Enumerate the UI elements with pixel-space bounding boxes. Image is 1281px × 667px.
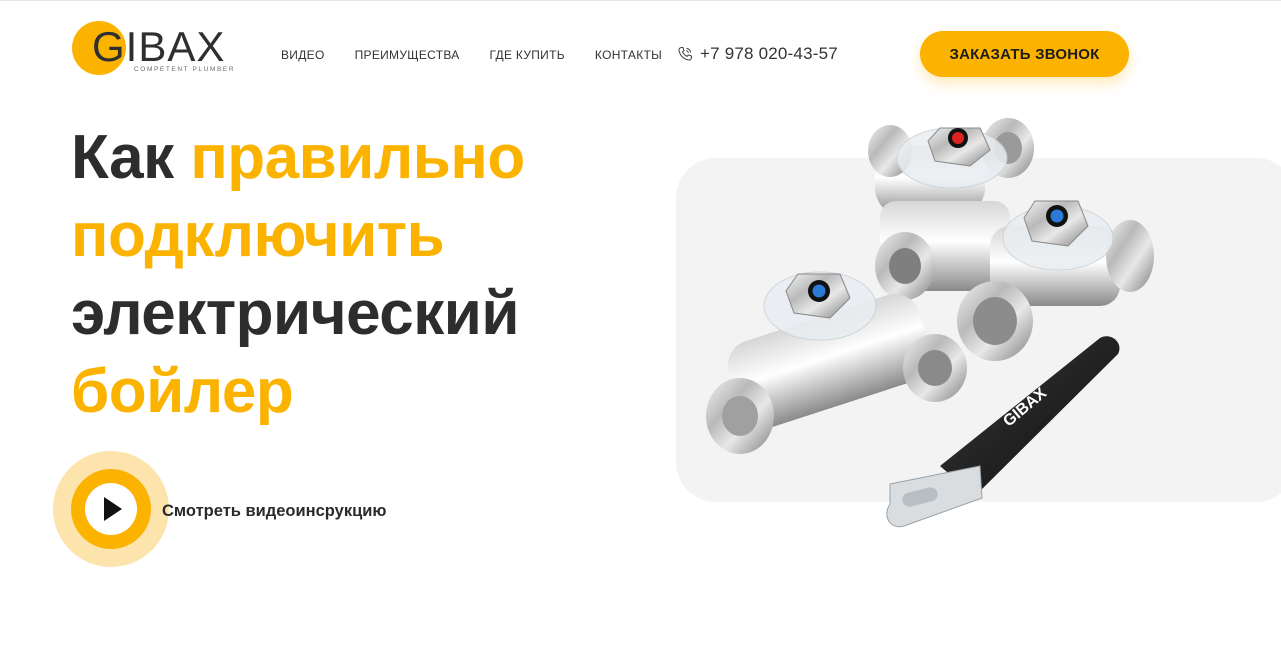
hero-title-line-3: электрический xyxy=(71,279,520,348)
order-call-button[interactable]: ЗАКАЗАТЬ ЗВОНОК xyxy=(920,31,1129,77)
phone-icon xyxy=(678,46,693,61)
play-video-button[interactable] xyxy=(53,451,169,567)
hero-title-line-2: подключить xyxy=(71,201,445,270)
page: GIBAX COMPETENT PLUMBER ВИДЕО ПРЕИМУЩЕСТ… xyxy=(0,0,1281,667)
play-button-ring xyxy=(71,469,151,549)
valves-product-image: GIBAX xyxy=(706,118,1154,528)
nav-item-advantages[interactable]: ПРЕИМУЩЕСТВА xyxy=(355,48,460,62)
logo-tagline: COMPETENT PLUMBER xyxy=(134,66,236,73)
play-icon xyxy=(104,497,122,521)
logo[interactable]: GIBAX COMPETENT PLUMBER xyxy=(72,19,242,77)
nav-item-video[interactable]: ВИДЕО xyxy=(281,48,325,62)
hero-title: Как правильно подключить электрический б… xyxy=(71,119,525,431)
hero-title-line-4: бойлер xyxy=(71,357,294,426)
nav-item-contacts[interactable]: КОНТАКТЫ xyxy=(595,48,662,62)
nav-item-where-to-buy[interactable]: ГДЕ КУПИТЬ xyxy=(490,48,565,62)
hero-title-word-accent: правильно xyxy=(190,123,525,192)
phone-number: +7 978 020-43-57 xyxy=(700,44,838,63)
blue-valve-left xyxy=(706,271,967,454)
logo-word: GIBAX xyxy=(92,23,226,70)
play-button-core xyxy=(85,483,137,535)
hero-title-word-dark: Как xyxy=(71,123,191,192)
main-nav: ВИДЕО ПРЕИМУЩЕСТВА ГДЕ КУПИТЬ КОНТАКТЫ xyxy=(281,48,662,62)
phone-link[interactable]: +7 978 020-43-57 xyxy=(676,44,838,64)
hero-title-line-1: Как правильно xyxy=(71,123,525,192)
watch-video-link[interactable]: Смотреть видеоинсрукцию xyxy=(162,502,386,521)
